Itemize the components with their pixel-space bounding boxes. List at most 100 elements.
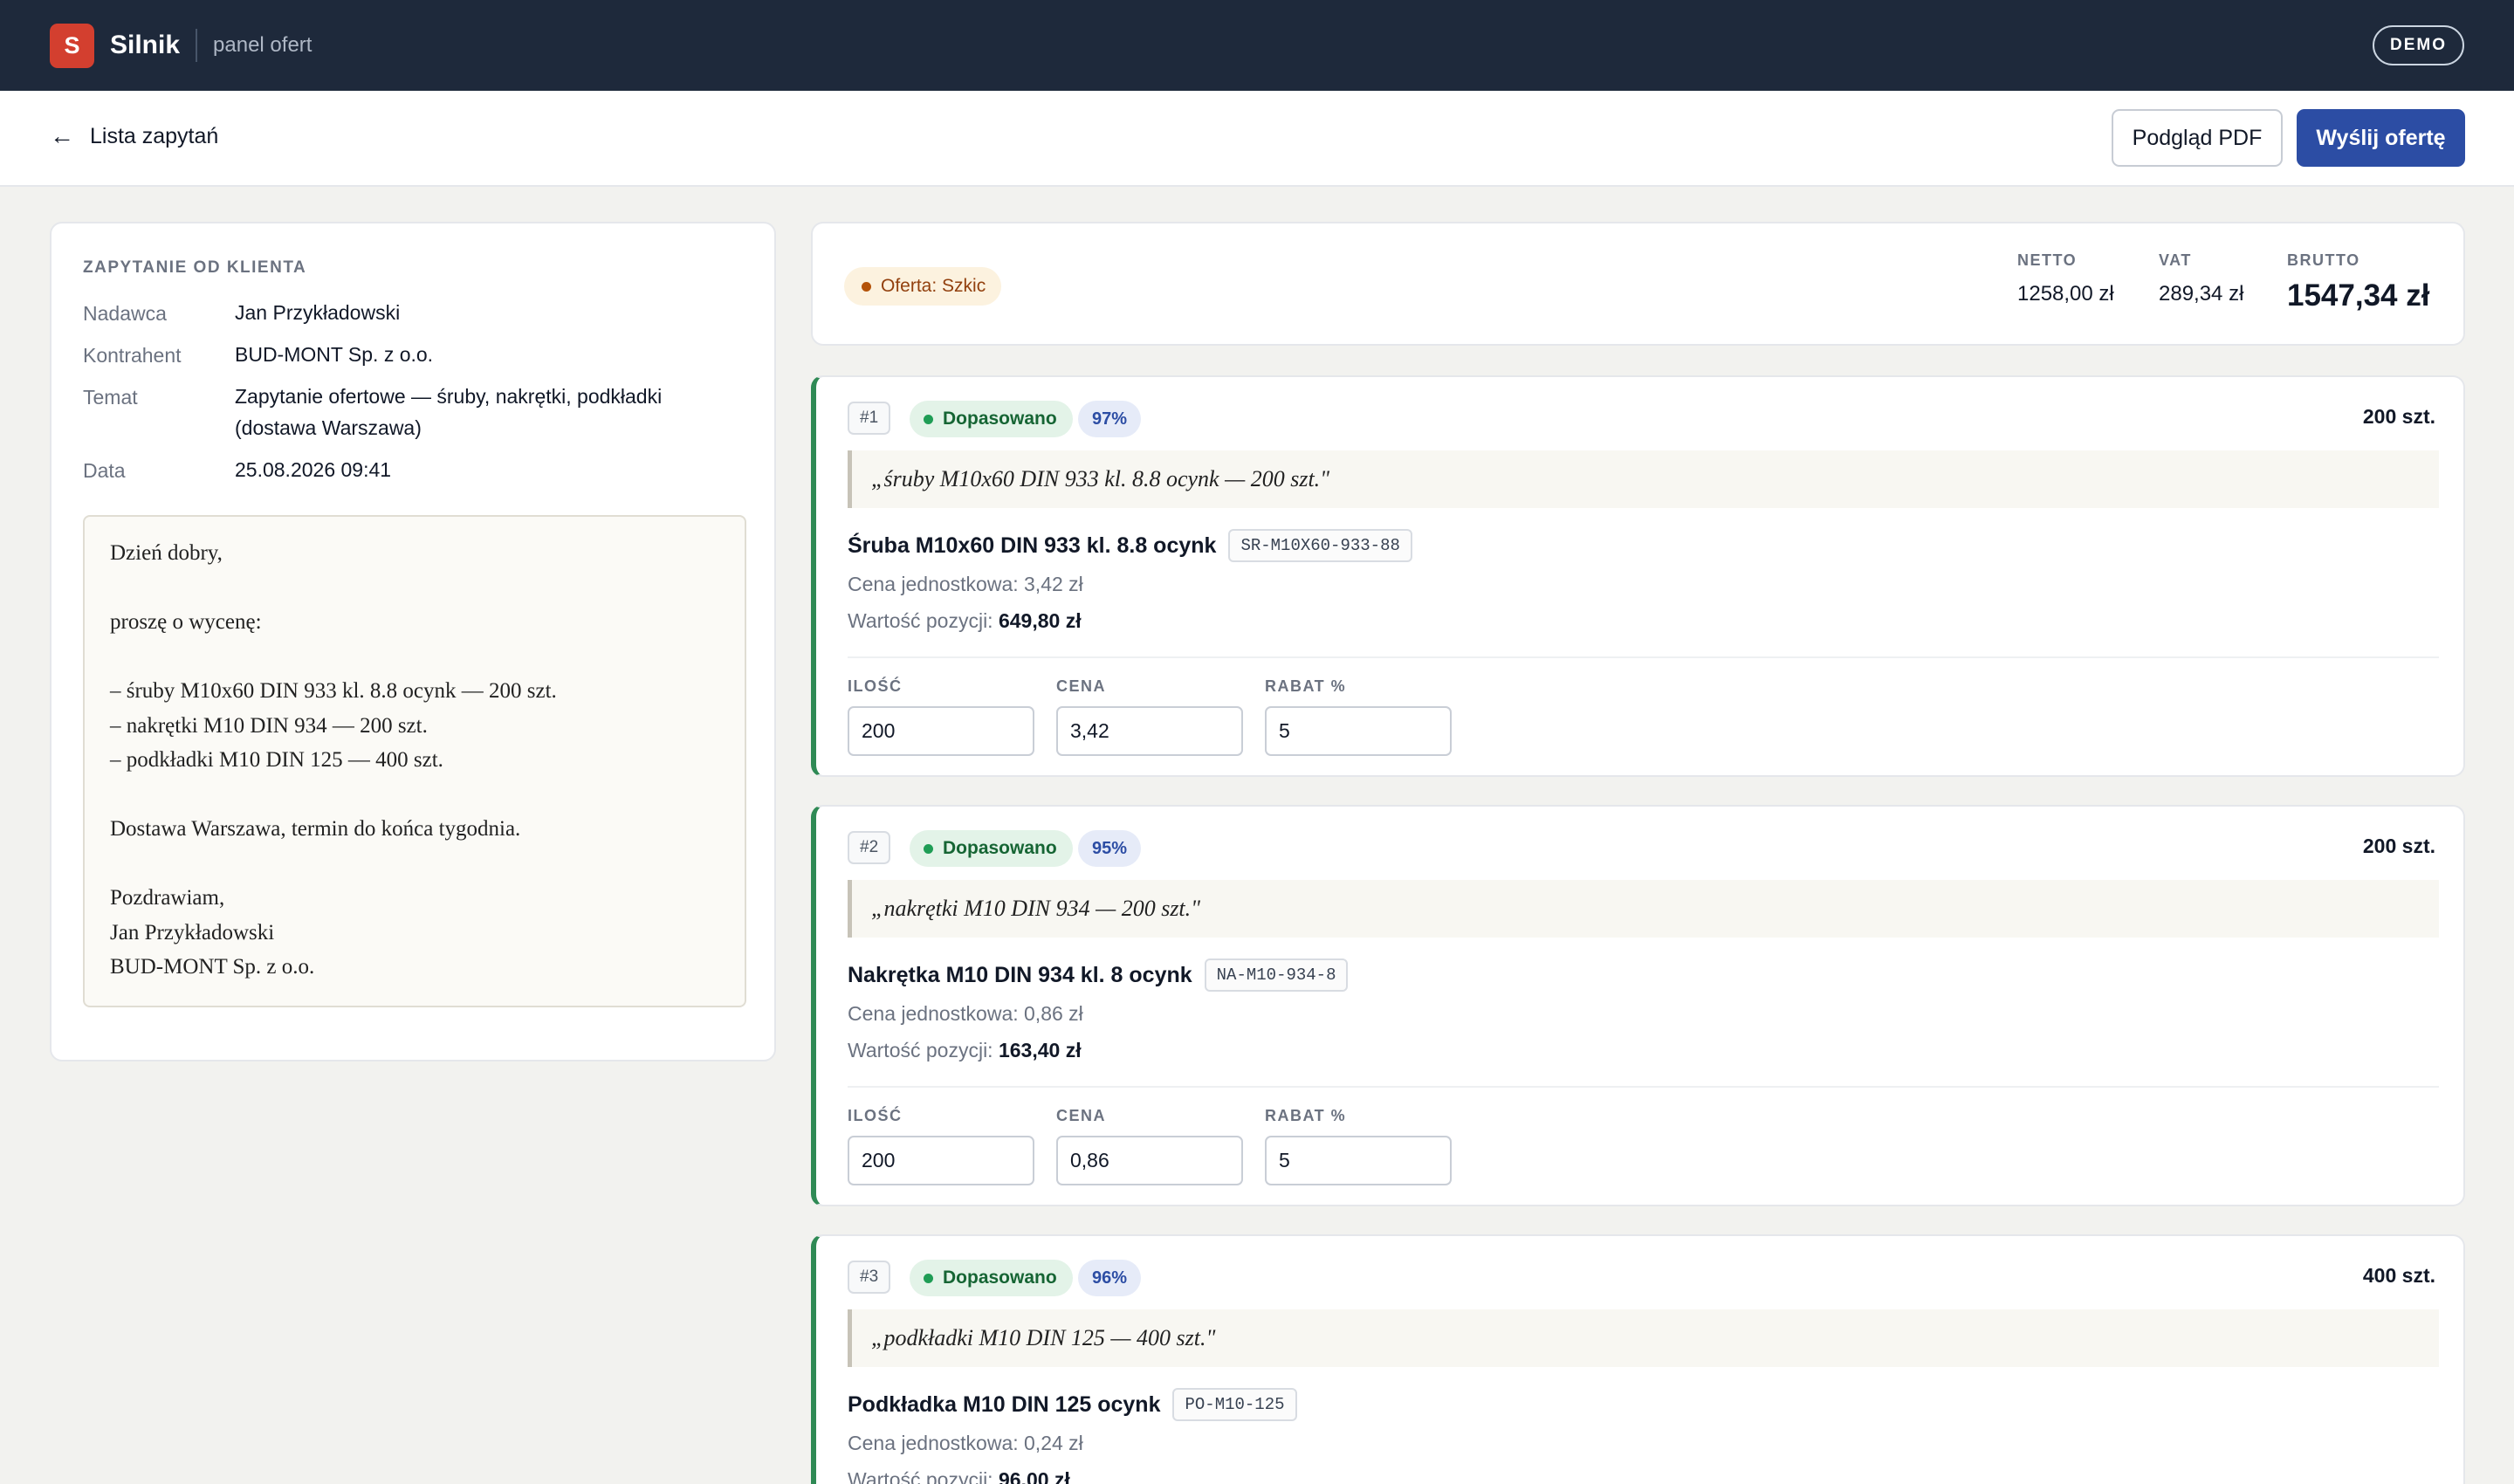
match-status-badge: Dopasowano: [910, 1260, 1073, 1296]
request-quote: „podkładki M10 DIN 125 — 400 szt.": [848, 1309, 2439, 1367]
brutto-label: BRUTTO: [2287, 251, 2360, 269]
meta-value: BUD-MONT Sp. z o.o.: [235, 343, 434, 366]
offer-line-item: #2 Dopasowano 95% 200 szt. „nakrętki M10…: [811, 805, 2465, 1206]
product-name: Nakrętka M10 DIN 934 kl. 8 ocynk: [848, 962, 1192, 987]
request-quote: „nakrętki M10 DIN 934 — 200 szt.": [848, 880, 2439, 938]
line-value-amount: 163,40 zł: [998, 1039, 1082, 1061]
arrow-left-icon: ←: [50, 122, 74, 149]
email-line: [110, 778, 719, 813]
unit-price-value: 3,42 zł: [1024, 573, 1083, 595]
vat-label: VAT: [2159, 251, 2192, 269]
item-number: #3: [848, 1261, 891, 1294]
item-number: #2: [848, 831, 891, 864]
discount-label: RABAT %: [1265, 677, 1347, 695]
brutto-value: 1547,34 zł: [2287, 278, 2430, 313]
requested-quantity: 400 szt.: [2362, 1264, 2435, 1287]
app-name: Silnik: [110, 31, 181, 59]
unit-price: Cena jednostkowa: 0,86 zł: [848, 1002, 1083, 1026]
match-dot-icon: [924, 414, 933, 424]
email-line: Jan Przykładowski: [110, 920, 275, 945]
price-field: CENA: [1056, 1107, 1243, 1185]
line-value: Wartość pozycji: 96,00 zł: [848, 1468, 1070, 1484]
unit-price-label: Cena jednostkowa:: [848, 1432, 1025, 1454]
divider: [848, 656, 2439, 658]
brand-divider: [196, 29, 198, 62]
line-value-amount: 649,80 zł: [998, 609, 1082, 632]
product-sku: NA-M10-934-8: [1204, 958, 1349, 992]
discount-label: RABAT %: [1265, 1107, 1347, 1124]
email-line: – nakrętki M10 DIN 934 — 200 szt.: [110, 713, 428, 738]
quantity-input[interactable]: [848, 1136, 1034, 1185]
confidence-badge: 96%: [1078, 1260, 1142, 1296]
offer-summary-card: Oferta: Szkic NETTO 1258,00 zł VAT 289,3…: [811, 222, 2465, 346]
email-line: BUD-MONT Sp. z o.o.: [110, 955, 315, 979]
back-link[interactable]: ← Lista zapytań: [50, 122, 218, 150]
item-number: #1: [848, 402, 891, 435]
email-body: Dzień dobry, proszę o wycenę: – śruby M1…: [83, 515, 746, 1007]
line-value-label: Wartość pozycji:: [848, 1468, 999, 1484]
quantity-field: ILOŚĆ: [848, 677, 1034, 756]
line-value-amount: 96,00 zł: [998, 1468, 1070, 1484]
match-status-badge: Dopasowano: [910, 830, 1073, 867]
unit-price: Cena jednostkowa: 0,24 zł: [848, 1432, 1083, 1455]
email-line: Pozdrawiam,: [110, 886, 225, 910]
email-line: [110, 847, 719, 882]
match-status-label: Dopasowano: [943, 409, 1057, 429]
product-name: Podkładka M10 DIN 125 ocynk: [848, 1391, 1161, 1417]
client-request-card: ZAPYTANIE OD KLIENTA Nadawca Jan Przykła…: [50, 222, 776, 1061]
match-dot-icon: [924, 1273, 933, 1283]
quantity-field: ILOŚĆ: [848, 1107, 1034, 1185]
request-quote: „śruby M10x60 DIN 933 kl. 8.8 ocynk — 20…: [848, 450, 2439, 508]
netto-value: 1258,00 zł: [2017, 282, 2114, 306]
price-label: CENA: [1056, 1107, 1107, 1124]
brutto-total: BRUTTO 1547,34 zł: [2287, 251, 2429, 313]
meta-label: Kontrahent: [83, 344, 182, 367]
product-sku: PO-M10-125: [1172, 1388, 1297, 1421]
pdf-preview-button[interactable]: Podgląd PDF: [2112, 109, 2283, 167]
match-status-label: Dopasowano: [943, 838, 1057, 858]
divider: [848, 1086, 2439, 1088]
meta-label: Nadawca: [83, 302, 167, 325]
quantity-label: ILOŚĆ: [848, 677, 903, 695]
product-sku: SR-M10X60-933-88: [1228, 529, 1412, 562]
offer-line-item: #3 Dopasowano 96% 400 szt. „podkładki M1…: [811, 1234, 2465, 1484]
status-dot-icon: [862, 281, 871, 292]
unit-price-label: Cena jednostkowa:: [848, 573, 1025, 595]
meta-value: Zapytanie ofertowe — śruby, nakrętki, po…: [235, 385, 663, 439]
matched-product: Podkładka M10 DIN 125 ocynk PO-M10-125: [848, 1388, 1297, 1421]
email-line: – śruby M10x60 DIN 933 kl. 8.8 ocynk — 2…: [110, 679, 557, 703]
email-line: Dostawa Warszawa, termin do końca tygodn…: [110, 817, 521, 841]
price-input[interactable]: [1056, 706, 1243, 756]
quantity-label: ILOŚĆ: [848, 1107, 903, 1124]
meta-value: Jan Przykładowski: [235, 301, 401, 324]
price-input[interactable]: [1056, 1136, 1243, 1185]
vat-total: VAT 289,34 zł: [2159, 251, 2243, 306]
line-value-label: Wartość pozycji:: [848, 609, 999, 632]
netto-total: NETTO 1258,00 zł: [2017, 251, 2114, 306]
back-link-label: Lista zapytań: [90, 123, 219, 148]
price-label: CENA: [1056, 677, 1107, 695]
email-line: proszę o wycenę:: [110, 610, 262, 634]
discount-field: RABAT %: [1265, 1107, 1452, 1185]
unit-price-value: 0,86 zł: [1024, 1002, 1083, 1025]
send-offer-button[interactable]: Wyślij ofertę: [2297, 109, 2465, 167]
meta-label: Temat: [83, 386, 138, 409]
offer-line-item: #1 Dopasowano 97% 200 szt. „śruby M10x60…: [811, 375, 2465, 777]
offer-status-label: Oferta: Szkic: [881, 276, 986, 296]
discount-input[interactable]: [1265, 706, 1452, 756]
unit-price-value: 0,24 zł: [1024, 1432, 1083, 1454]
match-status-label: Dopasowano: [943, 1268, 1057, 1288]
line-value-label: Wartość pozycji:: [848, 1039, 999, 1061]
matched-product: Nakrętka M10 DIN 934 kl. 8 ocynk NA-M10-…: [848, 958, 1349, 992]
unit-price: Cena jednostkowa: 3,42 zł: [848, 573, 1083, 596]
product-name: Śruba M10x60 DIN 933 kl. 8.8 ocynk: [848, 532, 1217, 558]
discount-input[interactable]: [1265, 1136, 1452, 1185]
email-line: – podkładki M10 DIN 125 — 400 szt.: [110, 748, 443, 772]
offer-status-badge: Oferta: Szkic: [844, 267, 1002, 306]
line-value: Wartość pozycji: 163,40 zł: [848, 1039, 1082, 1062]
matched-product: Śruba M10x60 DIN 933 kl. 8.8 ocynk SR-M1…: [848, 529, 1412, 562]
email-line: [110, 571, 719, 606]
app-logo: S: [50, 23, 94, 68]
confidence-badge: 97%: [1078, 401, 1142, 437]
quantity-input[interactable]: [848, 706, 1034, 756]
